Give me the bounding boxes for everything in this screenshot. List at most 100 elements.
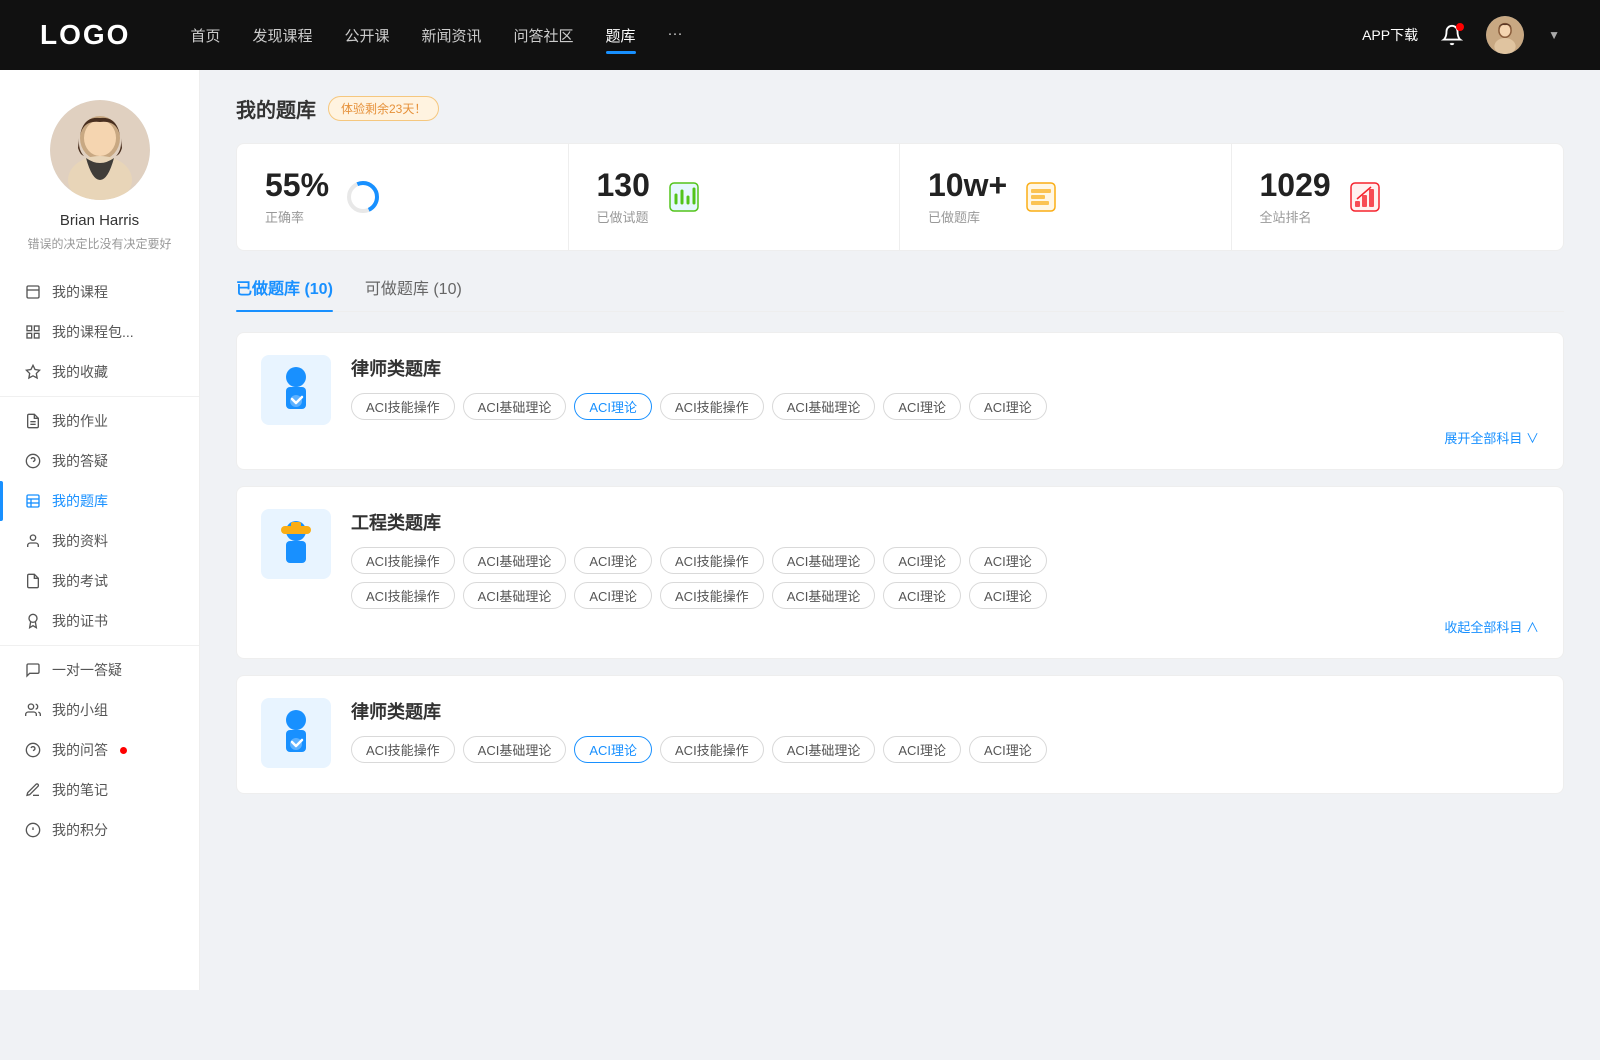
qbank-icon-lawyer2 <box>261 698 331 768</box>
qbank-card-1: 工程类题库 ACI技能操作 ACI基础理论 ACI理论 ACI技能操作 ACI基… <box>236 486 1564 659</box>
tab-available-banks[interactable]: 可做题库 (10) <box>365 275 462 311</box>
header-right: APP下载 ▼ <box>1362 16 1560 54</box>
tag-item[interactable]: ACI理论 <box>883 547 961 574</box>
tag-item[interactable]: ACI理论 <box>969 582 1047 609</box>
sidebar-item-favorites[interactable]: 我的收藏 <box>0 352 199 392</box>
stats-row: 55% 正确率 130 已做试题 <box>236 143 1564 251</box>
accuracy-chart-icon <box>345 179 381 215</box>
tag-item[interactable]: ACI技能操作 <box>660 736 764 763</box>
sidebar-item-mycourse[interactable]: 我的课程 <box>0 272 199 312</box>
sidebar-item-myqa[interactable]: 我的问答 <box>0 730 199 770</box>
mycourse-icon <box>24 284 42 300</box>
qbank-card-0: 律师类题库 ACI技能操作 ACI基础理论 ACI理论 ACI技能操作 ACI基… <box>236 332 1564 470</box>
tag-item-selected[interactable]: ACI理论 <box>574 736 652 763</box>
exam-icon <box>24 573 42 589</box>
tag-item[interactable]: ACI基础理论 <box>463 736 567 763</box>
sidebar-item-group[interactable]: 我的小组 <box>0 690 199 730</box>
tag-item[interactable]: ACI技能操作 <box>351 547 455 574</box>
tag-item[interactable]: ACI基础理论 <box>772 582 876 609</box>
sidebar-label: 我的证书 <box>52 611 108 631</box>
tag-item[interactable]: ACI理论 <box>883 393 961 420</box>
tag-item[interactable]: ACI理论 <box>883 736 961 763</box>
app-download-button[interactable]: APP下载 <box>1362 25 1418 45</box>
tag-item[interactable]: ACI理论 <box>883 582 961 609</box>
qbank-tags-row1: ACI技能操作 ACI基础理论 ACI理论 ACI技能操作 ACI基础理论 AC… <box>351 547 1539 574</box>
sidebar-label: 我的答疑 <box>52 451 108 471</box>
tag-item[interactable]: ACI技能操作 <box>660 547 764 574</box>
qbank-info-0: 律师类题库 ACI技能操作 ACI基础理论 ACI理论 ACI技能操作 ACI基… <box>351 355 1539 447</box>
tag-item[interactable]: ACI基础理论 <box>772 736 876 763</box>
tag-item[interactable]: ACI基础理论 <box>463 582 567 609</box>
tag-item[interactable]: ACI理论 <box>969 393 1047 420</box>
page-title: 我的题库 <box>236 94 316 123</box>
nav-home[interactable]: 首页 <box>190 21 220 50</box>
sidebar-item-questions[interactable]: 我的答疑 <box>0 441 199 481</box>
stat-ranking: 1029 全站排名 <box>1232 144 1564 250</box>
sidebar-item-points[interactable]: 我的积分 <box>0 810 199 850</box>
qbank-header-2: 律师类题库 ACI技能操作 ACI基础理论 ACI理论 ACI技能操作 ACI基… <box>261 698 1539 771</box>
tag-item[interactable]: ACI基础理论 <box>772 547 876 574</box>
sidebar-label: 一对一答疑 <box>52 660 122 680</box>
tag-item[interactable]: ACI技能操作 <box>660 582 764 609</box>
sidebar-menu: 我的课程 我的课程包... 我的收藏 我的作业 <box>0 272 199 850</box>
profile-name: Brian Harris <box>60 212 139 229</box>
tag-item[interactable]: ACI基础理论 <box>772 393 876 420</box>
qbank-title-0: 律师类题库 <box>351 355 1539 381</box>
tag-item[interactable]: ACI技能操作 <box>660 393 764 420</box>
notification-bell-icon[interactable] <box>1438 21 1466 49</box>
qbank-info-1: 工程类题库 ACI技能操作 ACI基础理论 ACI理论 ACI技能操作 ACI基… <box>351 509 1539 636</box>
sidebar-item-qbank[interactable]: 我的题库 <box>0 481 199 521</box>
sidebar-item-profile[interactable]: 我的资料 <box>0 521 199 561</box>
nav-opencourse[interactable]: 公开课 <box>344 21 389 50</box>
profile-avatar <box>50 100 150 200</box>
tag-item[interactable]: ACI理论 <box>969 547 1047 574</box>
banks-chart-icon <box>1023 179 1059 215</box>
stat-done-banks-label: 已做题库 <box>928 207 1007 226</box>
tabs-row: 已做题库 (10) 可做题库 (10) <box>236 275 1564 312</box>
sidebar-divider <box>0 396 199 397</box>
sidebar-label: 我的作业 <box>52 411 108 431</box>
sidebar-label: 我的资料 <box>52 531 108 551</box>
stat-done-questions-value: 130 <box>597 168 650 203</box>
user-menu-chevron-icon[interactable]: ▼ <box>1548 28 1560 42</box>
tag-item[interactable]: ACI基础理论 <box>463 547 567 574</box>
tag-item[interactable]: ACI技能操作 <box>351 736 455 763</box>
tag-item[interactable]: ACI理论 <box>574 547 652 574</box>
stat-done-questions: 130 已做试题 <box>569 144 901 250</box>
sidebar-label: 我的课程包... <box>52 322 134 342</box>
qbank-header-0: 律师类题库 ACI技能操作 ACI基础理论 ACI理论 ACI技能操作 ACI基… <box>261 355 1539 447</box>
expand-button-0[interactable]: 展开全部科目 ∨ <box>351 428 1539 447</box>
sidebar-item-homework[interactable]: 我的作业 <box>0 401 199 441</box>
nav-qa[interactable]: 问答社区 <box>514 21 574 50</box>
nav-qbank[interactable]: 题库 <box>606 21 636 50</box>
sidebar-item-coursepack[interactable]: 我的课程包... <box>0 312 199 352</box>
tag-item[interactable]: ACI技能操作 <box>351 582 455 609</box>
tag-item[interactable]: ACI基础理论 <box>463 393 567 420</box>
tag-item[interactable]: ACI技能操作 <box>351 393 455 420</box>
user-avatar[interactable] <box>1486 16 1524 54</box>
nav-discover[interactable]: 发现课程 <box>252 21 312 50</box>
qbank-title-2: 律师类题库 <box>351 698 1539 724</box>
nav-news[interactable]: 新闻资讯 <box>422 21 482 50</box>
sidebar-label: 我的小组 <box>52 700 108 720</box>
tag-item[interactable]: ACI理论 <box>969 736 1047 763</box>
main-nav: 首页 发现课程 公开课 新闻资讯 问答社区 题库 ··· <box>190 21 1362 50</box>
sidebar-item-notes[interactable]: 我的笔记 <box>0 770 199 810</box>
sidebar-divider <box>0 645 199 646</box>
nav-more[interactable]: ··· <box>668 21 683 50</box>
tab-done-banks[interactable]: 已做题库 (10) <box>236 275 333 311</box>
tag-item[interactable]: ACI理论 <box>574 582 652 609</box>
stat-accuracy-label: 正确率 <box>265 207 329 226</box>
sidebar-item-exam[interactable]: 我的考试 <box>0 561 199 601</box>
sidebar-label: 我的收藏 <box>52 362 108 382</box>
sidebar-item-tutor[interactable]: 一对一答疑 <box>0 650 199 690</box>
sidebar-item-certificate[interactable]: 我的证书 <box>0 601 199 641</box>
qbank-header-1: 工程类题库 ACI技能操作 ACI基础理论 ACI理论 ACI技能操作 ACI基… <box>261 509 1539 636</box>
unread-dot <box>120 747 127 754</box>
collapse-button-1[interactable]: 收起全部科目 ∧ <box>351 617 1539 636</box>
profile-icon <box>24 533 42 549</box>
tag-item-selected[interactable]: ACI理论 <box>574 393 652 420</box>
notes-icon <box>24 782 42 798</box>
stat-done-banks: 10w+ 已做题库 <box>900 144 1232 250</box>
stat-accuracy-value: 55% <box>265 168 329 203</box>
